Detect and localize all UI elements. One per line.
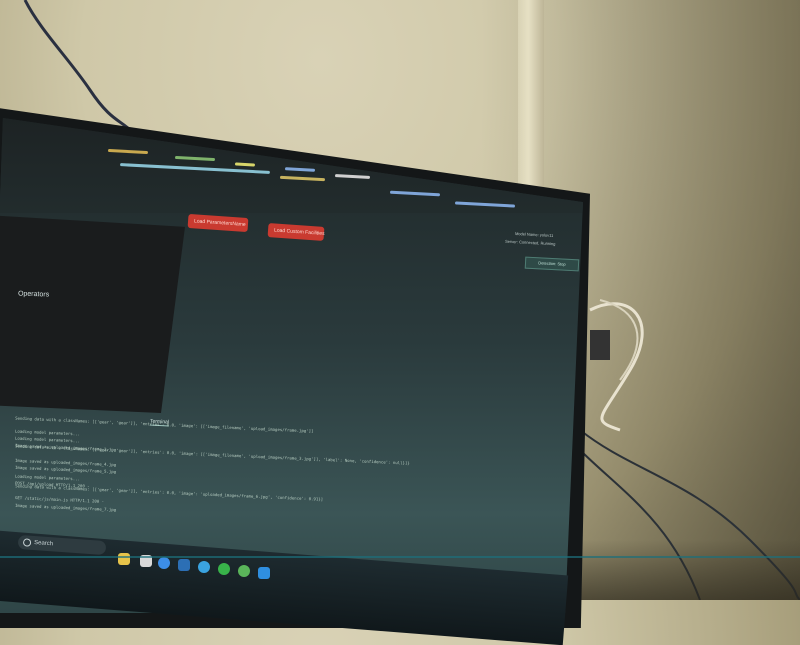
file-explorer-icon[interactable] [118, 553, 130, 565]
horizontal-line [0, 556, 800, 558]
whatsapp-icon[interactable] [218, 563, 230, 575]
search-placeholder: Search [33, 540, 54, 548]
terminal-output: Sending data with a classNames: [['gear'… [0, 400, 560, 540]
hanging-cable [23, 0, 132, 130]
wall-pipe [518, 0, 544, 200]
search-icon [22, 538, 32, 547]
terminal-line: Image saved as uploaded_images/frame_7.j… [14, 502, 117, 513]
side-panel [0, 215, 185, 413]
browser-icon[interactable] [158, 557, 170, 569]
app-icon[interactable] [178, 559, 190, 571]
panel-label: Operators [17, 290, 50, 299]
telegram-icon[interactable] [198, 561, 210, 573]
floor-shadow [570, 540, 800, 600]
chat-icon[interactable] [238, 565, 250, 577]
vscode-icon[interactable] [258, 567, 270, 579]
